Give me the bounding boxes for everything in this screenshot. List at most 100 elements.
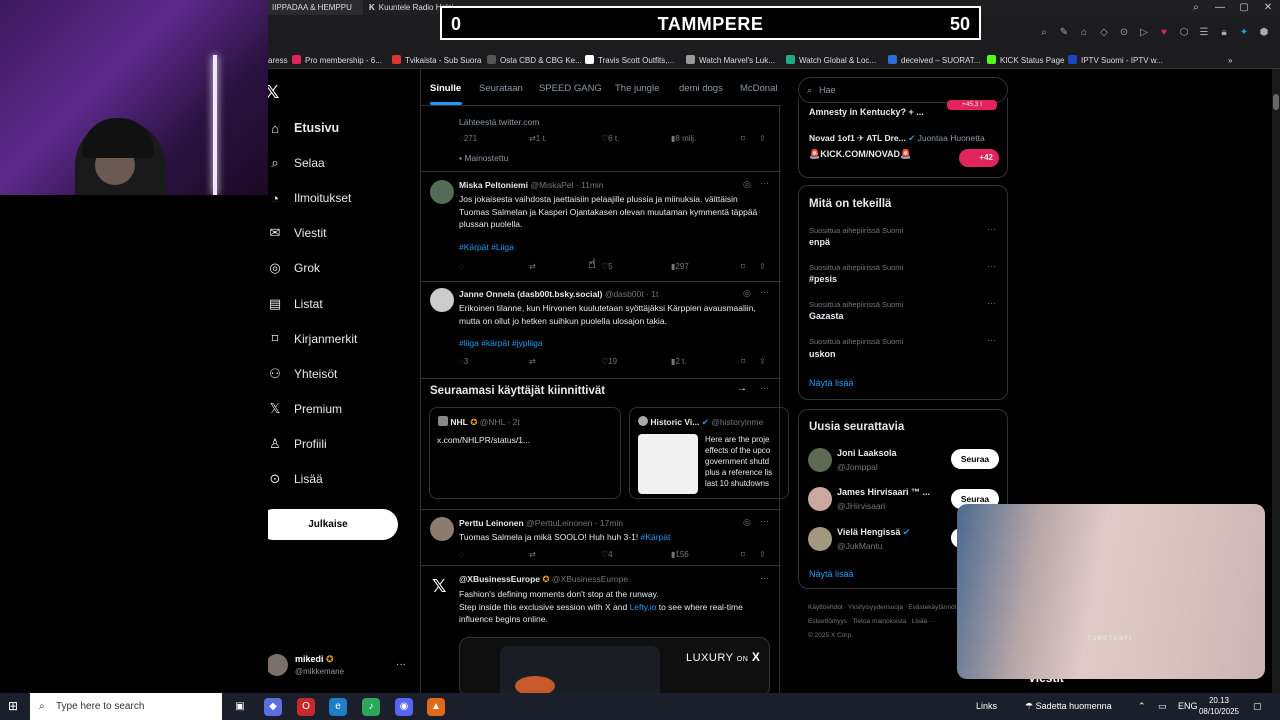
bookmark[interactable]: deceived – SUORAT... bbox=[888, 52, 980, 69]
weather-widget[interactable]: ☂ Sadetta huomenna bbox=[1025, 693, 1112, 720]
share-icon[interactable]: ⇪ bbox=[759, 357, 766, 366]
avatar[interactable] bbox=[808, 527, 832, 551]
spaces-box[interactable]: Amnesty in Kentucky? + ... +45,3 t Novad… bbox=[798, 98, 1008, 178]
like-button[interactable]: ♡ 6 t. bbox=[601, 134, 619, 143]
taskbar-search-input[interactable]: ⌕ Type here to search bbox=[30, 693, 222, 720]
reply-button[interactable]: ◌ bbox=[459, 550, 464, 559]
windows-start-icon[interactable]: ⊞ bbox=[8, 699, 22, 713]
shield-icon[interactable]: ◇ bbox=[1096, 27, 1112, 43]
edit-icon[interactable]: ✎ bbox=[1056, 27, 1072, 43]
like-button[interactable]: ♡ 19 bbox=[601, 357, 617, 366]
footer-link[interactable]: Tietoa mainoksista bbox=[852, 618, 906, 625]
bookmark[interactable]: Osta CBD & CBG Ke... bbox=[487, 52, 582, 69]
hashtags[interactable]: #Kärpät #Liiga bbox=[459, 242, 514, 252]
bookmark-icon[interactable]: ⌑ bbox=[741, 134, 745, 143]
x-logo-icon[interactable]: 𝕏 bbox=[268, 82, 280, 103]
views-button[interactable]: ▮ 8 milj. bbox=[671, 134, 696, 143]
maximize-icon[interactable]: ▢ bbox=[1232, 0, 1256, 15]
follow-button[interactable]: Seuraa bbox=[951, 449, 999, 469]
search-tabs-icon[interactable]: ⌕ bbox=[1184, 0, 1208, 15]
taskbar-links[interactable]: Links bbox=[976, 693, 997, 720]
menu-icon[interactable]: ☰ bbox=[1196, 27, 1212, 43]
nav-item-lists[interactable]: ▤ Listat bbox=[268, 294, 323, 314]
more-dots-icon[interactable]: ··· bbox=[987, 298, 996, 308]
like-button[interactable]: ♡ 5 bbox=[601, 262, 613, 271]
bookmark-icon[interactable]: ⌑ bbox=[741, 357, 745, 366]
pinned-card[interactable]: Historic Vi... ✔ @historyinme Here are t… bbox=[629, 407, 789, 499]
share-icon[interactable]: ⇪ bbox=[759, 262, 766, 271]
bookmark[interactable]: IPTV Suomi - IPTV w... bbox=[1068, 52, 1163, 69]
bookmark-icon[interactable]: ⌑ bbox=[741, 262, 745, 271]
bookmark[interactable]: KICK Status Page bbox=[987, 52, 1064, 69]
views-button[interactable]: ▮ 156 bbox=[671, 550, 689, 559]
avatar[interactable] bbox=[430, 180, 454, 204]
nav-item-more[interactable]: ⊙ Lisää bbox=[268, 469, 323, 489]
lock-icon[interactable]: 🔒︎ bbox=[1216, 27, 1232, 43]
avatar[interactable] bbox=[430, 288, 454, 312]
cube-icon[interactable]: ⬡ bbox=[1176, 27, 1192, 43]
show-more-link[interactable]: Näytä lisää bbox=[809, 569, 854, 579]
nav-item-profile[interactable]: ♙ Profiili bbox=[268, 434, 327, 454]
browser-tab[interactable]: IIPPADAA & HEMPPU bbox=[268, 0, 363, 15]
bookmark[interactable]: Pro membership - 6... bbox=[292, 52, 382, 69]
heart-icon[interactable]: ♥ bbox=[1156, 27, 1172, 43]
repost-button[interactable]: ⇄ bbox=[529, 262, 536, 271]
more-dots-icon[interactable]: ··· bbox=[760, 573, 769, 583]
notifications-icon[interactable]: ▢ bbox=[1253, 693, 1262, 720]
avatar[interactable] bbox=[430, 517, 454, 541]
nav-item-messages[interactable]: ✉ Viestit bbox=[268, 223, 327, 243]
suggested-user-name[interactable]: James Hirvisaari ™ ... bbox=[837, 487, 930, 497]
repost-button[interactable]: ⇄ bbox=[529, 357, 536, 366]
footer-link[interactable]: Esteettömyys bbox=[808, 618, 847, 625]
trend-item[interactable]: enpä bbox=[809, 237, 830, 247]
more-dots-icon[interactable]: ··· bbox=[760, 383, 769, 393]
hashtags[interactable]: #liiga #kärpät #jypliiga bbox=[459, 338, 543, 348]
more-dots-icon[interactable]: ··· bbox=[987, 335, 996, 345]
tab-for-you[interactable]: Sinulle bbox=[430, 83, 461, 94]
page-scrollbar[interactable] bbox=[1272, 69, 1280, 693]
tab-list[interactable]: demi dogs bbox=[679, 83, 723, 94]
bookmark[interactable]: Watch Marvel's Luk... bbox=[686, 52, 775, 69]
pinned-card[interactable]: NHL ✪ @NHL · 2t x.com/NHLPR/status/1... bbox=[429, 407, 621, 499]
language-indicator[interactable]: ENG bbox=[1178, 693, 1198, 720]
opera-icon[interactable]: O bbox=[297, 698, 315, 716]
share-icon[interactable]: ⇪ bbox=[759, 550, 766, 559]
scrollbar-thumb[interactable] bbox=[1273, 94, 1279, 110]
extension-icon[interactable]: ⊙ bbox=[1116, 27, 1132, 43]
views-button[interactable]: ▮ 297 bbox=[671, 262, 689, 271]
tweet[interactable]: Miska Peltoniemi @MiskaPel · 11min ◎ ···… bbox=[421, 172, 781, 282]
spotify-icon[interactable]: ♪ bbox=[362, 698, 380, 716]
show-more-link[interactable]: Näytä lisää bbox=[809, 378, 854, 388]
suggested-user-name[interactable]: Joni Laaksola bbox=[837, 448, 897, 458]
bookmark-icon[interactable]: ⌑ bbox=[741, 550, 745, 559]
app-icon[interactable]: ◆ bbox=[264, 698, 282, 716]
nav-item-notifications[interactable]: ◔ Ilmoitukset bbox=[268, 188, 351, 208]
avatar[interactable] bbox=[808, 487, 832, 511]
app-icon[interactable]: ▲ bbox=[427, 698, 445, 716]
network-icon[interactable]: ▭ bbox=[1158, 693, 1167, 720]
like-button[interactable]: ♡ 4 bbox=[601, 550, 613, 559]
promoted-tweet[interactable]: 𝕏 @XBusinessEurope ✪ @XBusinessEurope ··… bbox=[421, 566, 781, 693]
reply-button[interactable]: ◌ bbox=[459, 262, 464, 271]
trend-item[interactable]: #pesis bbox=[809, 274, 837, 284]
bookmark[interactable]: aress bbox=[268, 52, 288, 69]
footer-link[interactable]: Lisää ··· bbox=[912, 618, 936, 625]
suggested-user-name[interactable]: Vielä Hengissä ✔ bbox=[837, 527, 910, 538]
footer-link[interactable]: Yksityisyydensuoja bbox=[848, 604, 903, 611]
grok-icon[interactable]: ◎ bbox=[743, 179, 751, 190]
more-dots-icon[interactable]: ··· bbox=[396, 659, 406, 670]
tray-chevron-icon[interactable]: ⌃ bbox=[1138, 693, 1146, 720]
bookmark[interactable]: Watch Global & Loc... bbox=[786, 52, 876, 69]
minimize-icon[interactable]: — bbox=[1208, 0, 1232, 15]
views-button[interactable]: ▮ 2 t. bbox=[671, 357, 687, 366]
nav-item-explore[interactable]: ⌕ Selaa bbox=[268, 153, 324, 173]
reply-button[interactable]: ◌ 271 bbox=[459, 134, 477, 143]
nav-item-bookmarks[interactable]: ⌑ Kirjanmerkit bbox=[268, 329, 358, 349]
tab-following[interactable]: Seurataan bbox=[479, 83, 523, 94]
repost-button[interactable]: ⇄ 1 t. bbox=[529, 134, 547, 143]
close-icon[interactable]: ✕ bbox=[1256, 0, 1280, 15]
clock[interactable]: 20.13 08/10/2025 bbox=[1198, 695, 1240, 717]
trend-item[interactable]: uskon bbox=[809, 349, 836, 359]
footer-link[interactable]: Evästekäytännöt bbox=[908, 604, 956, 611]
arrow-right-icon[interactable]: → bbox=[737, 383, 747, 394]
